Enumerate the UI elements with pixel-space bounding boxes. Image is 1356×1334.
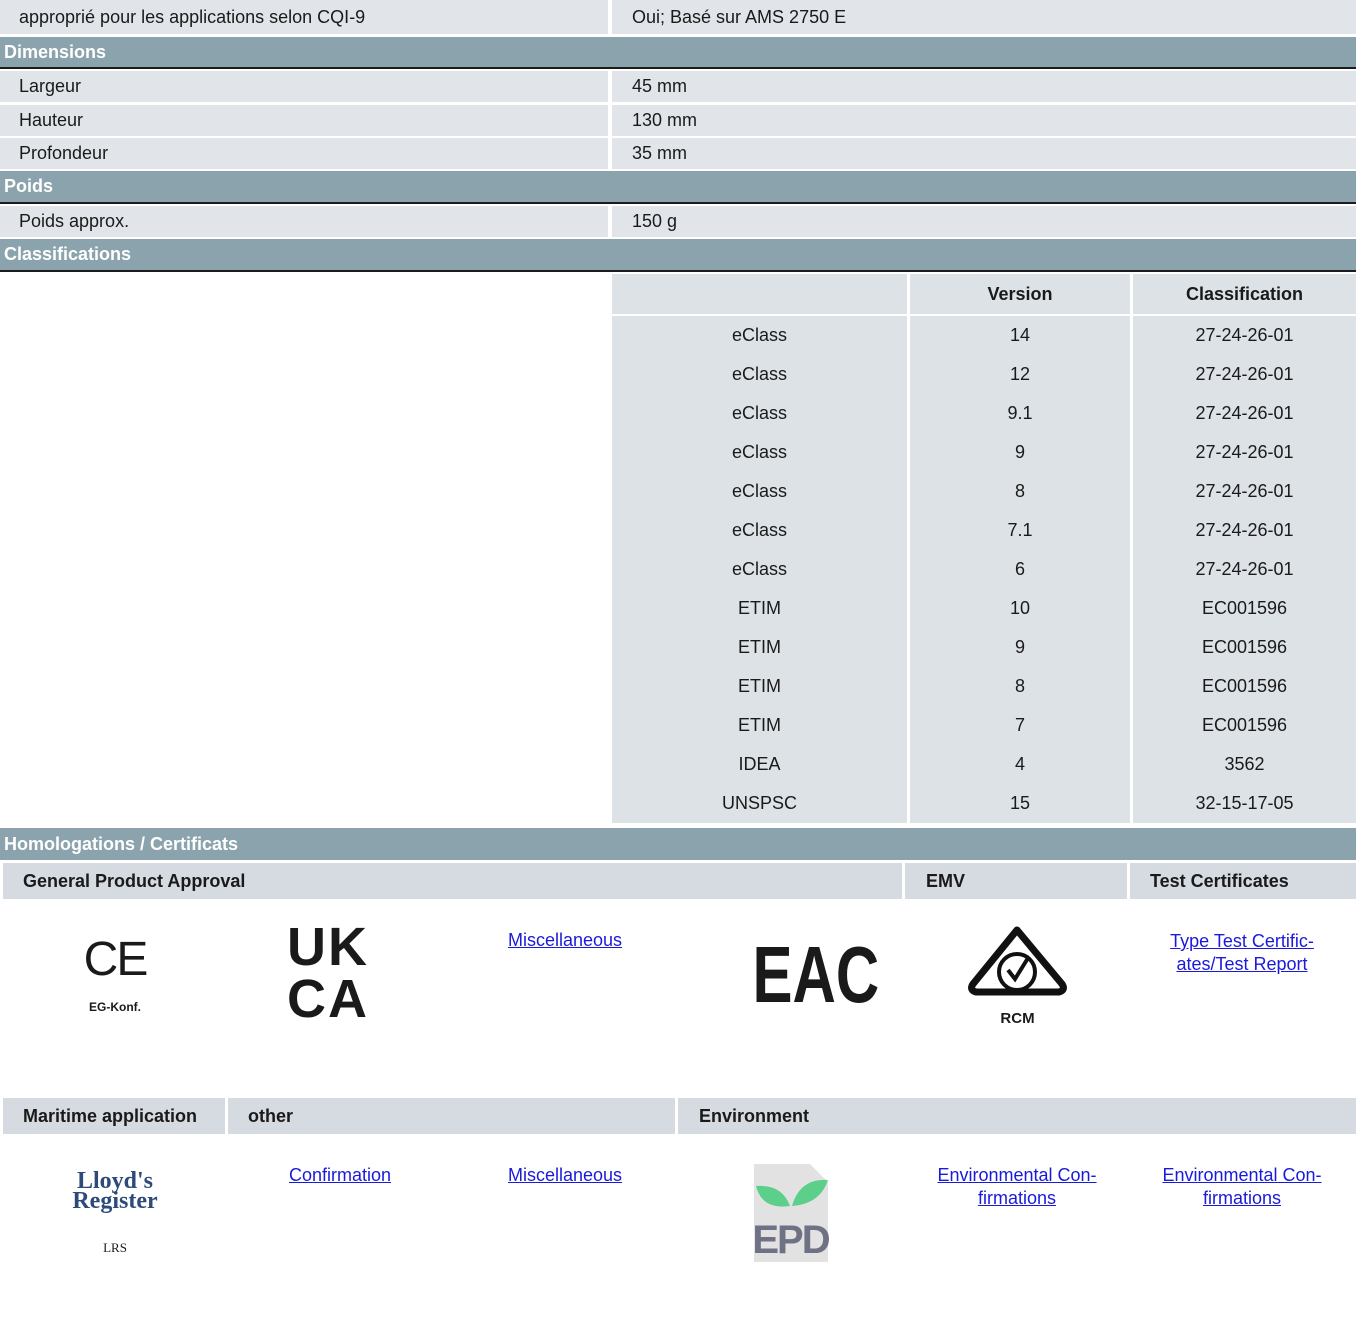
classification-version: 8 — [910, 667, 1130, 706]
section-header-dimensions: Dimensions — [0, 37, 1356, 69]
classification-version: 9 — [910, 628, 1130, 667]
classification-version: 9.1 — [910, 394, 1130, 433]
classification-version: 4 — [910, 745, 1130, 784]
dimension-label: Profondeur — [0, 138, 608, 169]
classification-system: ETIM — [612, 706, 907, 745]
weight-value: 150 g — [612, 206, 1356, 237]
link-type-test-certificates[interactable]: Type Test Certific-ates/Test Report — [1170, 931, 1314, 974]
lloyds-register-logo: Lloyd's Register LRS — [60, 1169, 170, 1270]
section-header-classifications: Classifications — [0, 239, 1356, 272]
link-environmental-confirmations-1[interactable]: Environmental Con-firmations — [937, 1165, 1096, 1208]
classification-version: 7 — [910, 706, 1130, 745]
classification-code: 3562 — [1133, 745, 1356, 784]
classification-version: 7.1 — [910, 511, 1130, 550]
lloyds-caption: LRS — [103, 1240, 127, 1255]
classification-version: 14 — [910, 316, 1130, 355]
row-value-cqi9: Oui; Basé sur AMS 2750 E — [612, 0, 1356, 34]
ce-mark-icon: CE EG-Konf. — [60, 930, 170, 1030]
dimension-label: Largeur — [0, 71, 608, 102]
ce-caption: EG-Konf. — [89, 1000, 141, 1014]
table-header-version: Version — [910, 274, 1130, 314]
link-environmental-confirmations-2[interactable]: Environmental Con-firmations — [1162, 1165, 1321, 1208]
rcm-mark-icon: RCM — [960, 924, 1075, 1029]
classification-code: 27-24-26-01 — [1133, 433, 1356, 472]
classification-code: 27-24-26-01 — [1133, 472, 1356, 511]
classification-code: 27-24-26-01 — [1133, 316, 1356, 355]
classification-code: 27-24-26-01 — [1133, 511, 1356, 550]
classification-code: EC001596 — [1133, 706, 1356, 745]
classification-code: 32-15-17-05 — [1133, 784, 1356, 823]
subheader-environment: Environment — [678, 1098, 1356, 1134]
subheader-test-certificates: Test Certificates — [1130, 863, 1356, 899]
section-header-homologations: Homologations / Certificats — [0, 828, 1356, 860]
classification-version: 10 — [910, 589, 1130, 628]
classification-system: UNSPSC — [612, 784, 907, 823]
table-header-classification: Classification — [1133, 274, 1356, 314]
subheader-emv: EMV — [905, 863, 1127, 899]
classification-code: EC001596 — [1133, 589, 1356, 628]
subheader-general-product-approval: General Product Approval — [3, 863, 902, 899]
link-confirmation[interactable]: Confirmation — [289, 1165, 391, 1185]
classification-system: eClass — [612, 433, 907, 472]
classification-system: ETIM — [612, 589, 907, 628]
link-miscellaneous-general[interactable]: Miscellaneous — [508, 930, 622, 950]
classification-system: IDEA — [612, 745, 907, 784]
dimension-value: 35 mm — [612, 138, 1356, 169]
row-label-cqi9: approprié pour les applications selon CQ… — [0, 0, 608, 34]
classification-version: 15 — [910, 784, 1130, 823]
dimension-label: Hauteur — [0, 105, 608, 136]
classification-system: eClass — [612, 316, 907, 355]
classification-version: 8 — [910, 472, 1130, 511]
rcm-caption: RCM — [1000, 1010, 1035, 1027]
dimension-value: 45 mm — [612, 71, 1356, 102]
classification-version: 6 — [910, 550, 1130, 589]
link-miscellaneous-other[interactable]: Miscellaneous — [508, 1165, 622, 1185]
classification-code: 27-24-26-01 — [1133, 355, 1356, 394]
classification-code: EC001596 — [1133, 667, 1356, 706]
subheader-other: other — [228, 1098, 675, 1134]
classification-system: ETIM — [612, 628, 907, 667]
weight-label: Poids approx. — [0, 206, 608, 237]
ukca-mark-icon: UK CA — [287, 917, 369, 1029]
section-header-poids: Poids — [0, 171, 1356, 204]
classification-code: EC001596 — [1133, 628, 1356, 667]
dimension-value: 130 mm — [612, 105, 1356, 136]
eac-mark-icon: EAC — [752, 930, 880, 1019]
classification-code: 27-24-26-01 — [1133, 550, 1356, 589]
classification-system: eClass — [612, 394, 907, 433]
classification-system: eClass — [612, 511, 907, 550]
classification-system: ETIM — [612, 667, 907, 706]
classification-system: eClass — [612, 355, 907, 394]
classification-system: eClass — [612, 472, 907, 511]
classification-system: eClass — [612, 550, 907, 589]
table-header-empty — [612, 274, 907, 314]
subheader-maritime-application: Maritime application — [3, 1098, 225, 1134]
classification-version: 12 — [910, 355, 1130, 394]
epd-logo-icon: EPD — [748, 1162, 833, 1264]
classification-code: 27-24-26-01 — [1133, 394, 1356, 433]
classification-version: 9 — [910, 433, 1130, 472]
